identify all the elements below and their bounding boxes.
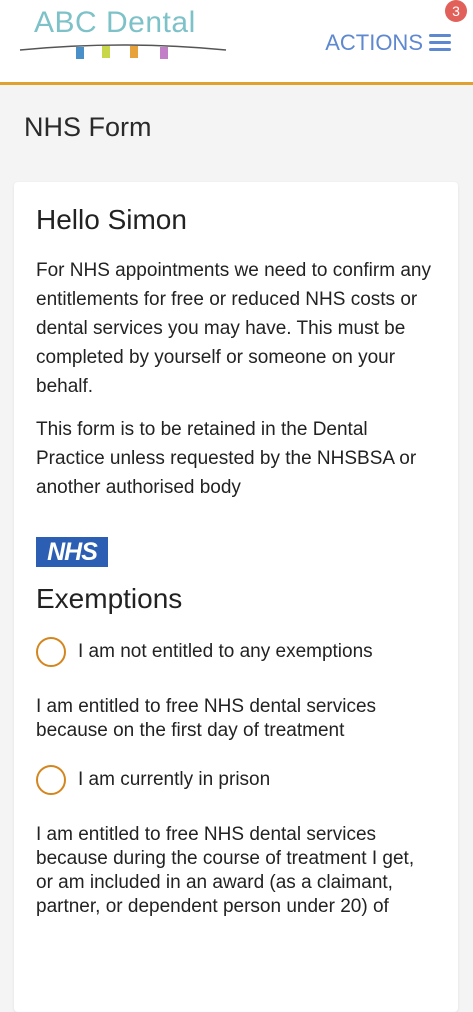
statement-first-day: I am entitled to free NHS dental service… [36, 696, 377, 741]
radio-circle-icon[interactable] [36, 765, 66, 795]
actions-label: ACTIONS [325, 30, 423, 55]
logo-text: ABC Dental [34, 6, 196, 39]
abc-dental-logo[interactable]: ABC Dental [18, 6, 228, 62]
exemptions-heading: Exemptions [36, 583, 183, 614]
logo-teeth-line [19, 44, 227, 59]
app-header: ABC Dental ACTIONS 3 [0, 0, 473, 85]
radio-not-entitled[interactable]: I am not entitled to any exemptions [36, 637, 436, 667]
nhs-form-card: Hello Simon For NHS appointments we need… [14, 182, 458, 1012]
page-title: NHS Form [24, 112, 152, 142]
nhs-logo: NHS [36, 537, 108, 567]
radio-circle-icon[interactable] [36, 637, 66, 667]
hamburger-icon [429, 34, 451, 52]
greeting-heading: Hello Simon [36, 204, 187, 235]
radio-label: I am currently in prison [78, 769, 271, 790]
retention-paragraph: This form is to be retained in the Denta… [36, 419, 417, 498]
intro-paragraph: For NHS appointments we need to confirm … [36, 260, 431, 397]
statement-award: I am entitled to free NHS dental service… [36, 824, 415, 917]
actions-menu-button[interactable]: ACTIONS [325, 28, 451, 58]
radio-label: I am not entitled to any exemptions [78, 641, 373, 662]
notification-badge: 3 [445, 0, 467, 22]
radio-in-prison[interactable]: I am currently in prison [36, 765, 436, 795]
